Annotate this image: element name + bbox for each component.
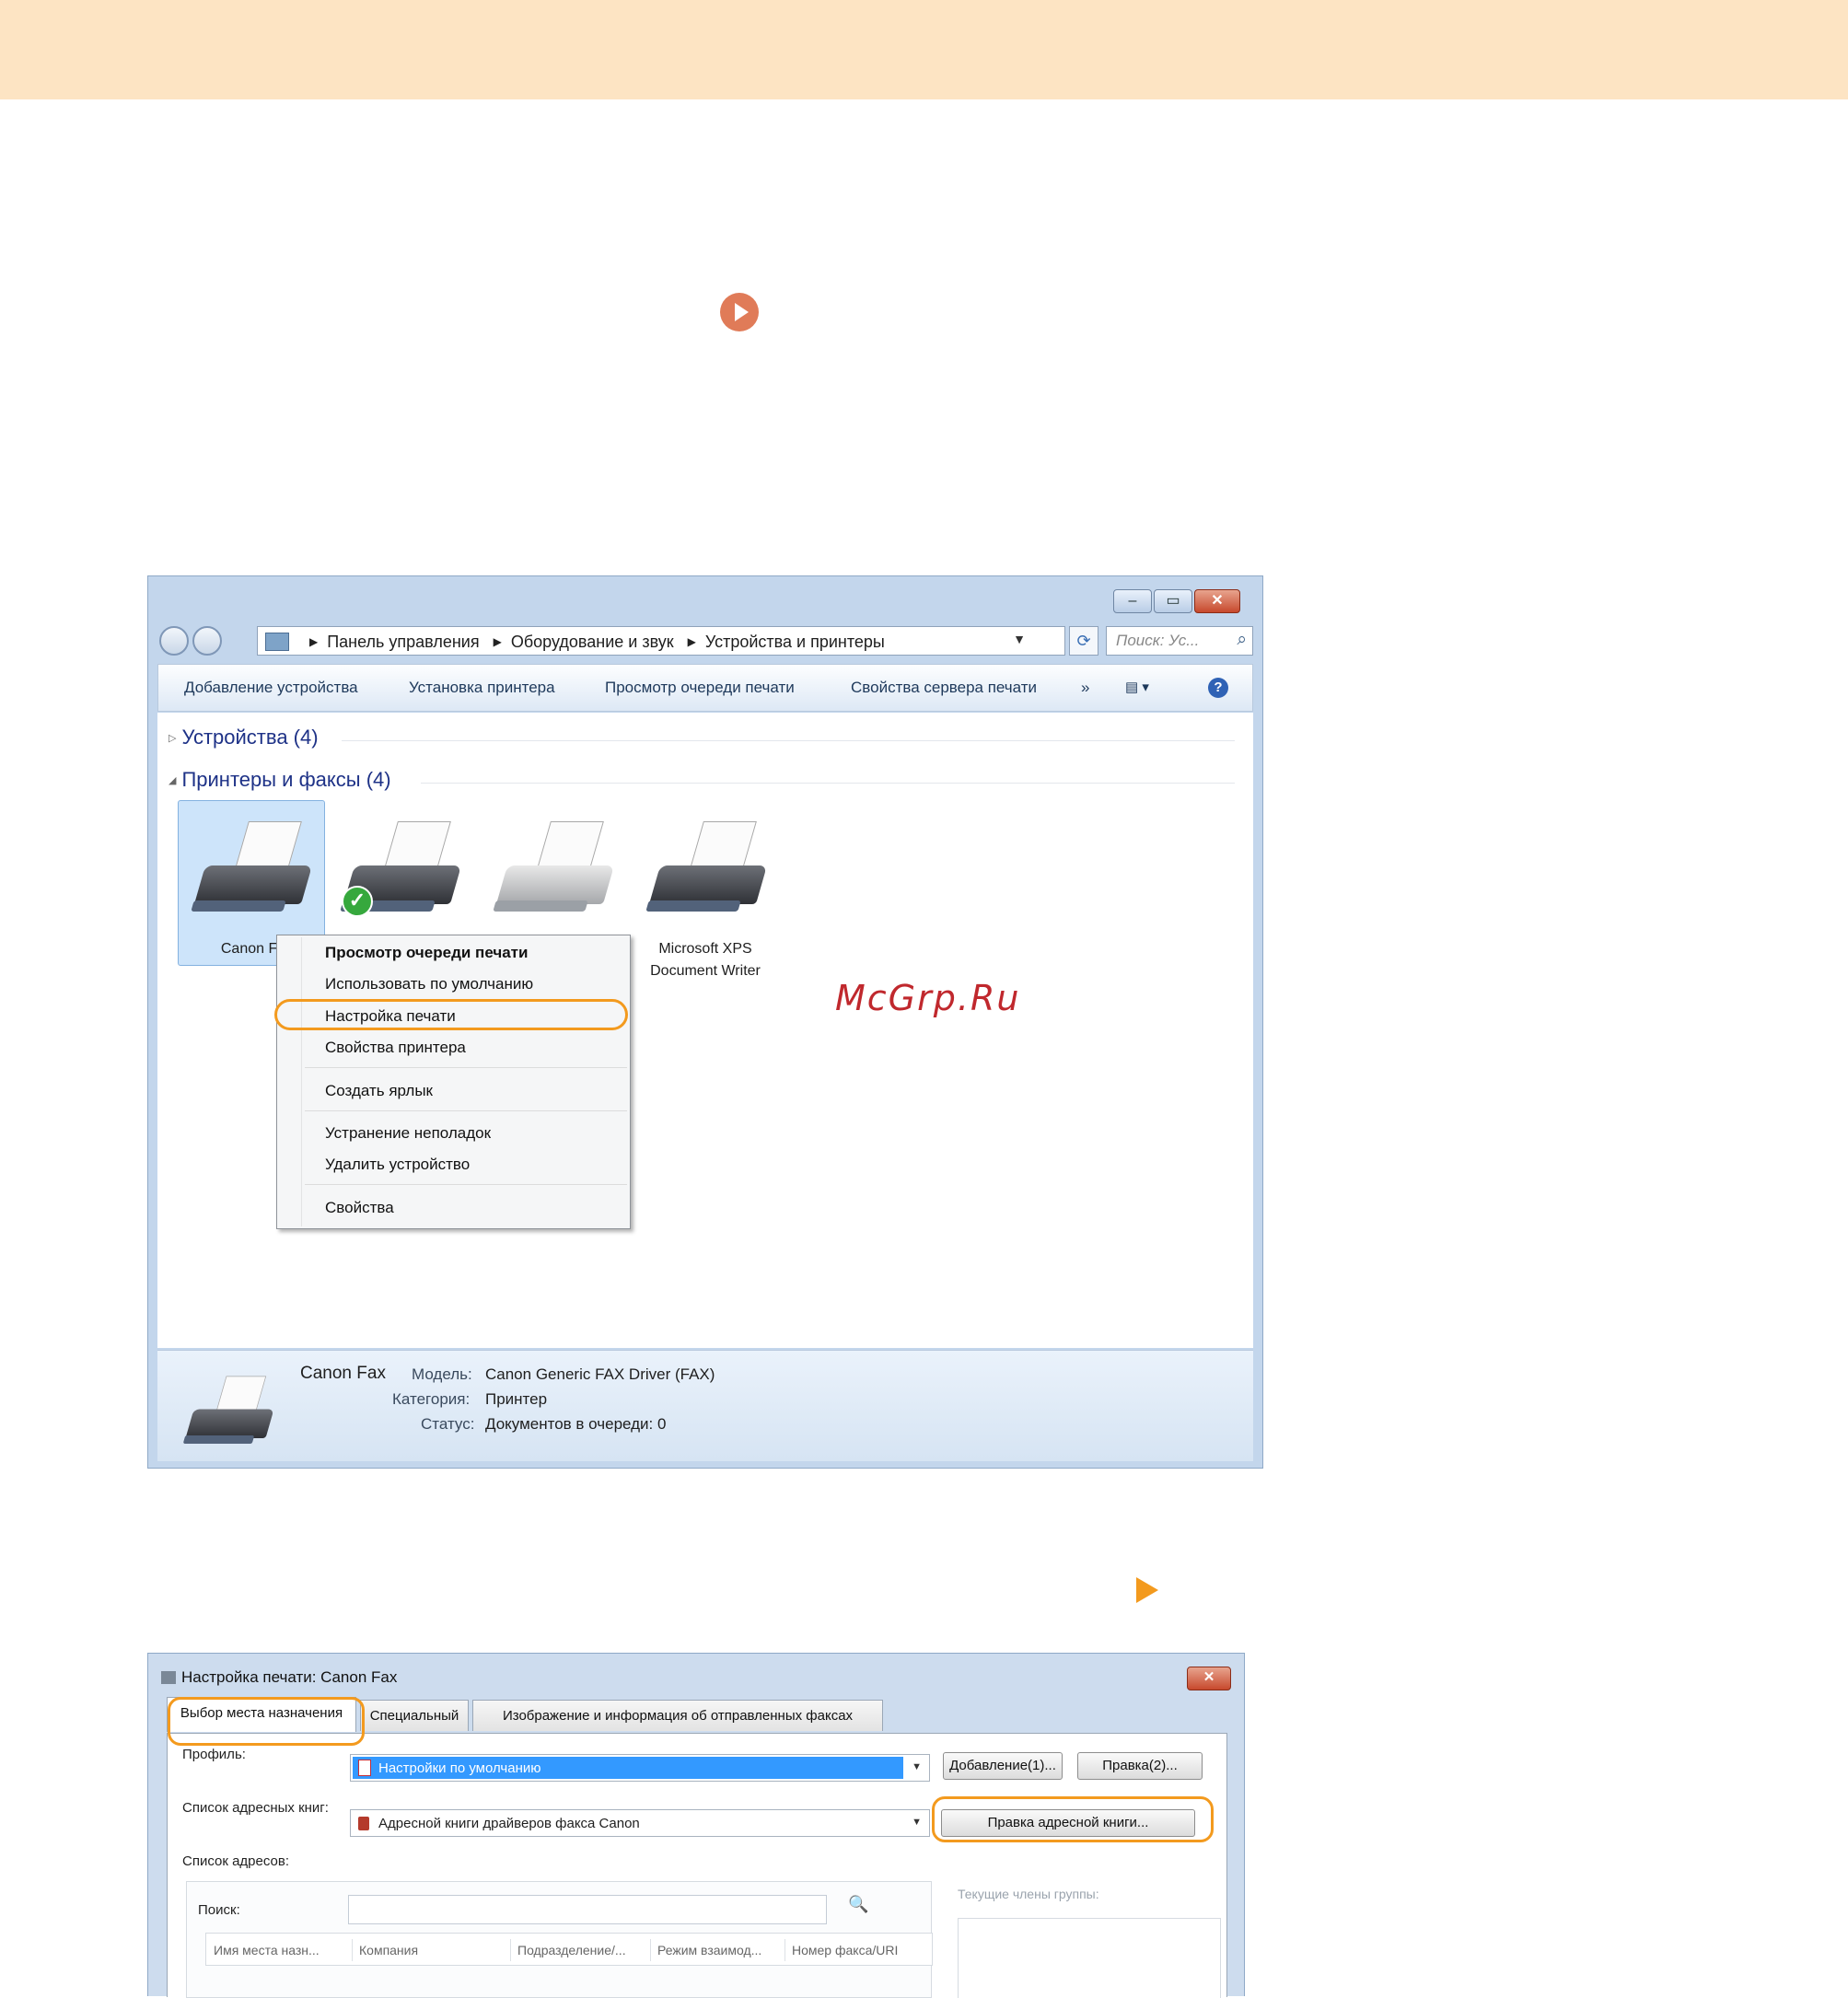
control-panel-icon <box>265 633 289 651</box>
top-header-band <box>0 0 1848 99</box>
chevron-down-icon: ▼ <box>912 1761 922 1772</box>
search-icon[interactable]: ⌕ <box>1237 630 1247 650</box>
command-bar: Добавление устройства Установка принтера… <box>157 664 1253 712</box>
model-value: Canon Generic FAX Driver (FAX) <box>485 1365 715 1383</box>
context-menu: Просмотр очереди печати Использовать по … <box>276 935 631 1229</box>
navigation-row: ▶ Панель управления ▶ Оборудование и звук … <box>157 622 1253 659</box>
menu-item-properties[interactable]: Свойства <box>325 1199 394 1217</box>
view-options-icon[interactable]: ▤ ▾ <box>1125 679 1149 695</box>
group-members-list[interactable] <box>958 1918 1221 1998</box>
address-bar[interactable]: ▶ Панель управления ▶ Оборудование и звук … <box>257 626 1065 656</box>
breadcrumb-item[interactable]: Панель управления <box>327 633 479 651</box>
maximize-button[interactable]: ▭ <box>1154 589 1192 613</box>
category-label: Категория: <box>392 1390 471 1408</box>
watermark: McGrp.Ru <box>835 978 1021 1018</box>
highlight-destination-tab <box>168 1697 365 1746</box>
column-mode[interactable]: Режим взаимод... <box>657 1943 761 1957</box>
default-check-icon: ✓ <box>342 886 373 917</box>
add-profile-button[interactable]: Добавление(1)... <box>943 1752 1063 1780</box>
tab-image-and-info[interactable]: Изображение и информация об отправленных… <box>472 1700 883 1731</box>
details-pane: Canon Fax Модель: Canon Generic FAX Driv… <box>157 1350 1253 1461</box>
chevron-down-icon: ▼ <box>912 1817 922 1828</box>
menu-item-printer-properties[interactable]: Свойства принтера <box>325 1039 466 1057</box>
profile-label: Профиль: <box>182 1747 246 1762</box>
fax-device[interactable] <box>491 812 620 932</box>
close-button[interactable]: ✕ <box>1187 1667 1231 1690</box>
status-label: Статус: <box>421 1415 475 1433</box>
group-printers[interactable]: ◢ Принтеры и факсы (4) <box>169 768 391 792</box>
address-book-icon <box>358 1817 369 1830</box>
status-value: Документов в очереди: 0 <box>485 1415 667 1433</box>
breadcrumb-item[interactable]: Устройства и принтеры <box>705 633 885 651</box>
column-department[interactable]: Подразделение/... <box>517 1943 626 1957</box>
search-input[interactable]: Поиск: Ус... ⌕ <box>1106 626 1253 656</box>
search-placeholder: Поиск: Ус... <box>1116 632 1200 649</box>
menu-item-remove-device[interactable]: Удалить устройство <box>325 1156 470 1174</box>
close-button[interactable]: ✕ <box>1194 589 1240 613</box>
search-input[interactable] <box>348 1895 827 1924</box>
back-button[interactable] <box>159 626 189 656</box>
profile-select[interactable]: Настройки по умолчанию ▼ <box>350 1754 930 1782</box>
address-list-label: Список адресов: <box>182 1853 290 1869</box>
menu-item-set-default[interactable]: Использовать по умолчанию <box>325 975 533 993</box>
maximize-icon: ▭ <box>1166 593 1180 609</box>
menu-item-create-shortcut[interactable]: Создать ярлык <box>325 1082 433 1100</box>
printer-xps-writer[interactable] <box>644 812 773 932</box>
help-icon[interactable]: ? <box>1208 678 1228 698</box>
minimize-button[interactable]: – <box>1113 589 1152 613</box>
add-device-button[interactable]: Добавление устройства <box>184 679 358 697</box>
group-divider <box>342 740 1235 741</box>
add-printer-button[interactable]: Установка принтера <box>409 679 555 697</box>
group-members-label: Текущие члены группы: <box>958 1887 1099 1901</box>
print-server-properties-button[interactable]: Свойства сервера печати <box>851 679 1037 697</box>
device-name: Canon Fax <box>300 1364 386 1383</box>
profile-icon <box>358 1760 371 1776</box>
category-value: Принтер <box>485 1390 548 1408</box>
menu-item-print-queue[interactable]: Просмотр очереди печати <box>325 944 528 962</box>
column-fax-number[interactable]: Номер факса/URI <box>792 1943 898 1957</box>
menu-item-troubleshoot[interactable]: Устранение неполадок <box>325 1124 491 1143</box>
tab-special[interactable]: Специальный <box>360 1700 469 1731</box>
breadcrumb: ▶ Панель управления ▶ Оборудование и звук … <box>309 633 885 651</box>
search-icon[interactable]: 🔍 <box>848 1895 868 1914</box>
printer-icon <box>161 1671 176 1684</box>
printer-canon-fax[interactable] <box>189 812 318 932</box>
highlight-print-preferences <box>274 999 628 1030</box>
edit-profile-button[interactable]: Правка(2)... <box>1077 1752 1203 1780</box>
refresh-button[interactable]: ⟳ <box>1069 626 1098 656</box>
arrow-right-icon <box>1136 1577 1158 1603</box>
play-icon <box>720 293 759 331</box>
minimize-icon: – <box>1128 593 1137 609</box>
dialog-title: Настройка печати: Canon Fax <box>161 1668 397 1687</box>
group-devices[interactable]: ▷ Устройства (4) <box>169 726 319 749</box>
destination-panel: Профиль: Настройки по умолчанию ▼ Добавл… <box>167 1733 1227 1998</box>
printer-default[interactable]: ✓ <box>338 812 467 932</box>
address-table-header: Имя места назн... Компания Подразделение… <box>205 1933 933 1966</box>
printer-label: Microsoft XPS Document Writer <box>650 941 761 979</box>
column-destination-name[interactable]: Имя места назн... <box>214 1943 320 1957</box>
model-label: Модель: <box>412 1365 472 1383</box>
search-label: Поиск: <box>198 1902 240 1918</box>
collapse-icon: ◢ <box>169 775 177 786</box>
forward-button[interactable] <box>192 626 222 656</box>
chevron-down-icon[interactable]: ▼ <box>1013 632 1026 646</box>
printer-icon <box>181 1369 278 1459</box>
close-icon: ✕ <box>1203 1669 1215 1685</box>
print-queue-button[interactable]: Просмотр очереди печати <box>605 679 795 697</box>
close-icon: ✕ <box>1211 593 1224 609</box>
more-commands-button[interactable]: » <box>1081 679 1089 697</box>
address-books-label: Список адресных книг: <box>182 1800 329 1816</box>
column-company[interactable]: Компания <box>359 1943 418 1957</box>
address-list-panel: Поиск: 🔍 Имя места назн... Компания Подр… <box>186 1881 933 1998</box>
breadcrumb-item[interactable]: Оборудование и звук <box>511 633 674 651</box>
group-divider <box>421 783 1235 784</box>
address-book-select[interactable]: Адресной книги драйверов факса Canon ▼ <box>350 1809 930 1837</box>
highlight-edit-address-book <box>932 1796 1214 1842</box>
expand-icon: ▷ <box>169 733 177 744</box>
